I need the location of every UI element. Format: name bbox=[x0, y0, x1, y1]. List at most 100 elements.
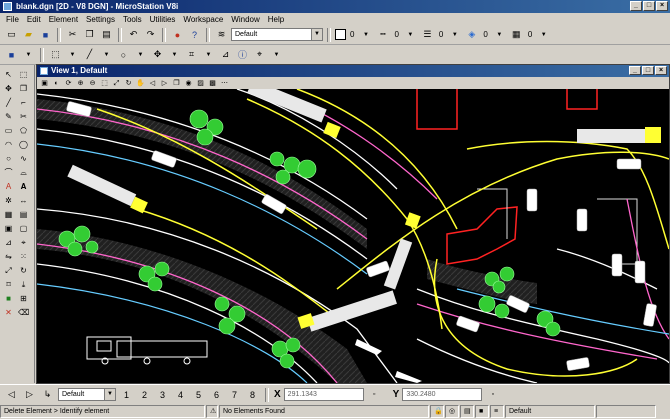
view-minimize-button[interactable]: _ bbox=[629, 66, 641, 75]
chevron-down-icon[interactable]: ▼ bbox=[133, 47, 148, 62]
view-4-button[interactable]: 4 bbox=[173, 387, 188, 402]
view-1-button[interactable]: 1 bbox=[119, 387, 134, 402]
priority-icon[interactable]: ▦ bbox=[509, 27, 524, 42]
copy-tool-icon[interactable]: ❐ bbox=[18, 83, 29, 94]
fillet-icon[interactable]: ⌓ bbox=[18, 167, 29, 178]
close-button[interactable]: × bbox=[656, 1, 668, 11]
select-icon[interactable]: ■ bbox=[4, 47, 19, 62]
zoom-in-icon[interactable]: ⊕ bbox=[76, 79, 85, 88]
menu-utilities[interactable]: Utilities bbox=[150, 15, 176, 24]
hatch-icon[interactable]: ▤ bbox=[18, 209, 29, 220]
scale-icon[interactable]: ⤢ bbox=[3, 265, 14, 276]
chevron-down-icon[interactable]: ▼ bbox=[65, 47, 80, 62]
back-icon[interactable]: ◁ bbox=[4, 387, 19, 402]
array-icon[interactable]: ⁙ bbox=[18, 251, 29, 262]
measure-icon[interactable]: ⊿ bbox=[218, 47, 233, 62]
raster-icon[interactable]: ■ bbox=[3, 293, 14, 304]
ellipse-icon[interactable]: ◯ bbox=[18, 139, 29, 150]
view-8-button[interactable]: 8 bbox=[245, 387, 260, 402]
chevron-down-icon[interactable]: ▼ bbox=[358, 27, 373, 42]
view-attributes-icon[interactable]: ▣ bbox=[40, 79, 49, 88]
measure-tool-icon[interactable]: ⊿ bbox=[3, 237, 14, 248]
view-maximize-button[interactable]: □ bbox=[642, 66, 654, 75]
undo-icon[interactable]: ↶ bbox=[126, 27, 141, 42]
level-manager-icon[interactable]: ≋ bbox=[214, 27, 229, 42]
open-icon[interactable]: ▰ bbox=[21, 27, 36, 42]
curve-icon[interactable]: ∿ bbox=[18, 153, 29, 164]
view-extras-icon[interactable]: ⋯ bbox=[220, 79, 229, 88]
clip-mask-icon[interactable]: ▩ bbox=[208, 79, 217, 88]
display-style-icon[interactable]: ◐ bbox=[52, 79, 61, 88]
ungroup-icon[interactable]: ▢ bbox=[18, 223, 29, 234]
pattern-icon[interactable]: ▦ bbox=[3, 209, 14, 220]
rotate-icon[interactable]: ↻ bbox=[18, 265, 29, 276]
modify-icon[interactable]: ⌗ bbox=[184, 47, 199, 62]
place-line-tool-icon[interactable]: ╱ bbox=[3, 97, 14, 108]
menu-tools[interactable]: Tools bbox=[123, 15, 142, 24]
cut-icon[interactable]: ✂ bbox=[65, 27, 80, 42]
menu-settings[interactable]: Settings bbox=[86, 15, 115, 24]
view-6-button[interactable]: 6 bbox=[209, 387, 224, 402]
new-icon[interactable]: ▭ bbox=[4, 27, 19, 42]
modify-tool-icon[interactable]: ✎ bbox=[3, 111, 14, 122]
move-icon[interactable]: ✥ bbox=[3, 83, 14, 94]
chevron-down-icon[interactable]: ▼ bbox=[21, 47, 36, 62]
level-combo[interactable]: Default ▼ bbox=[231, 28, 323, 41]
fit-view-icon[interactable]: ⤢ bbox=[112, 79, 121, 88]
polygon-icon[interactable]: ⬠ bbox=[18, 125, 29, 136]
fence-icon[interactable]: ⬚ bbox=[48, 47, 63, 62]
view-previous-icon[interactable]: ◁ bbox=[148, 79, 157, 88]
minimize-button[interactable]: _ bbox=[630, 1, 642, 11]
reference-icon[interactable]: ⊞ bbox=[18, 293, 29, 304]
text-icon[interactable]: A bbox=[3, 181, 14, 192]
place-line-icon[interactable]: ╱ bbox=[82, 47, 97, 62]
clip-volume-icon[interactable]: ▨ bbox=[196, 79, 205, 88]
delete-element-icon[interactable]: ✕ bbox=[3, 307, 14, 318]
save-icon[interactable]: ■ bbox=[38, 27, 53, 42]
globe-icon[interactable]: ● bbox=[170, 27, 185, 42]
copy-icon[interactable]: ❐ bbox=[82, 27, 97, 42]
analyze-icon[interactable]: ⌖ bbox=[252, 47, 267, 62]
info-icon[interactable]: ⓘ bbox=[235, 47, 250, 62]
edit-text-icon[interactable]: 𝐀 bbox=[18, 181, 29, 192]
tags-icon[interactable]: ⌑ bbox=[3, 279, 14, 290]
analyze-tool-icon[interactable]: ⌖ bbox=[18, 237, 29, 248]
rectangle-icon[interactable]: ▭ bbox=[3, 125, 14, 136]
line-weight-icon[interactable]: ☰ bbox=[420, 27, 435, 42]
y-coordinate-field[interactable]: 330.2480 bbox=[402, 388, 483, 401]
menu-element[interactable]: Element bbox=[49, 15, 78, 24]
circle-icon[interactable]: ○ bbox=[116, 47, 131, 62]
menu-file[interactable]: File bbox=[6, 15, 19, 24]
view-3-button[interactable]: 3 bbox=[155, 387, 170, 402]
chevron-down-icon[interactable]: ▼ bbox=[99, 47, 114, 62]
copy-view-icon[interactable]: ❐ bbox=[172, 79, 181, 88]
lock-icon[interactable]: 🔒 bbox=[430, 405, 444, 418]
lock-y-icon[interactable]: ▫ bbox=[485, 387, 500, 402]
paste-icon[interactable]: ▤ bbox=[99, 27, 114, 42]
menu-help[interactable]: Help bbox=[268, 15, 284, 24]
window-area-icon[interactable]: ⬚ bbox=[100, 79, 109, 88]
camera-icon[interactable]: ◉ bbox=[184, 79, 193, 88]
view-close-button[interactable]: × bbox=[655, 66, 667, 75]
view-7-button[interactable]: 7 bbox=[227, 387, 242, 402]
element-selection-icon[interactable]: ↖ bbox=[3, 69, 14, 80]
lock-x-icon[interactable]: ▫ bbox=[367, 387, 382, 402]
chevron-down-icon[interactable]: ▼ bbox=[536, 27, 551, 42]
drop-icon[interactable]: ⤓ bbox=[18, 279, 29, 290]
line-style-icon[interactable]: ┅ bbox=[375, 27, 390, 42]
redo-icon[interactable]: ↷ bbox=[143, 27, 158, 42]
chamfer-icon[interactable]: ⌒ bbox=[3, 167, 14, 178]
help-icon[interactable]: ? bbox=[187, 27, 202, 42]
update-view-icon[interactable]: ⟳ bbox=[64, 79, 73, 88]
pan-view-icon[interactable]: ✋ bbox=[136, 79, 145, 88]
model-combo[interactable]: Default ▼ bbox=[58, 388, 116, 401]
arc-icon[interactable]: ◠ bbox=[3, 139, 14, 150]
menu-workspace[interactable]: Workspace bbox=[183, 15, 223, 24]
chevron-down-icon[interactable]: ▼ bbox=[403, 27, 418, 42]
design-canvas[interactable] bbox=[37, 89, 669, 383]
mirror-icon[interactable]: ⇋ bbox=[3, 251, 14, 262]
design-history-icon[interactable]: ≡ bbox=[490, 405, 504, 418]
color-swatch[interactable] bbox=[335, 29, 346, 40]
navigate-icon[interactable]: ↳ bbox=[40, 387, 55, 402]
forward-icon[interactable]: ▷ bbox=[22, 387, 37, 402]
